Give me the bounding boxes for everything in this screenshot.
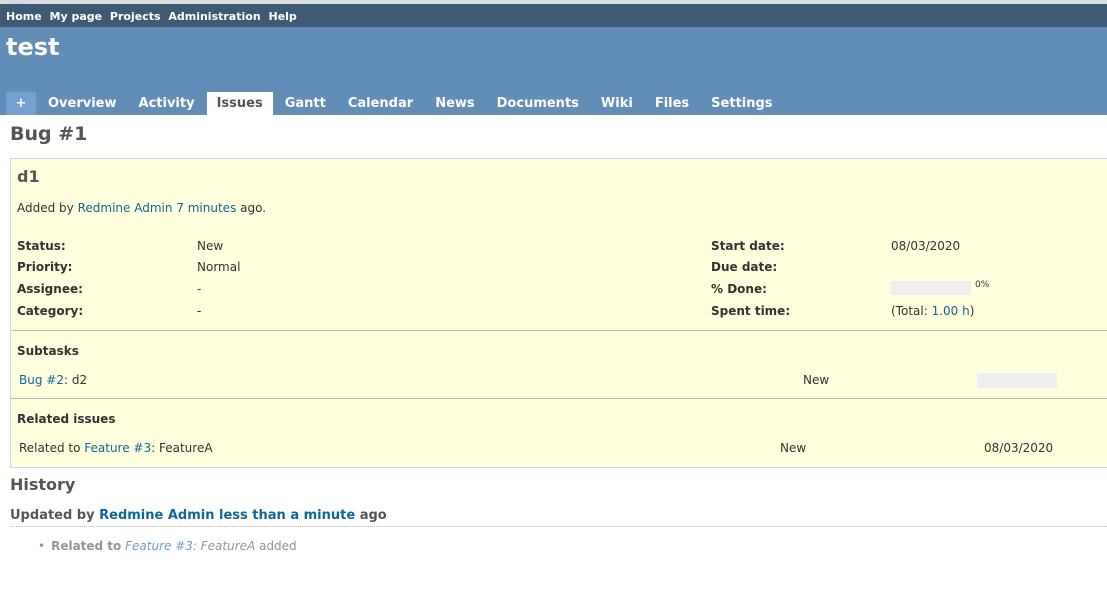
assignee-value-wrap: - xyxy=(197,282,201,296)
journal-age-suffix: ago xyxy=(359,508,387,523)
start-date-attr: Start date: xyxy=(711,239,785,253)
journal-detail: • Related to Feature #3: FeatureA added xyxy=(38,539,297,553)
done-percent-text: 0% xyxy=(975,280,990,290)
top-menu-my-page[interactable]: My page xyxy=(50,10,103,23)
detail-action: added xyxy=(259,539,297,553)
journal-header: Updated by Redmine Admin less than a min… xyxy=(10,508,1107,527)
spent-time-link[interactable]: 1.00 h xyxy=(932,304,970,318)
window-top-edge xyxy=(0,0,1107,4)
tab-documents[interactable]: Documents xyxy=(487,92,589,115)
top-menu-projects[interactable]: Projects xyxy=(110,10,161,23)
subtask-progress-wrap xyxy=(977,373,1057,388)
tab-news[interactable]: News xyxy=(425,92,484,115)
category-label: Category: xyxy=(17,304,84,318)
subtask-progress-bar xyxy=(977,373,1057,388)
spent-time-value-wrap: (Total: 1.00 h) xyxy=(891,304,974,318)
due-date-label: Due date: xyxy=(711,260,778,274)
category-value: - xyxy=(197,304,202,318)
top-menu: Home My page Projects Administration Hel… xyxy=(0,0,1107,27)
divider xyxy=(11,330,1107,331)
related-status-wrap: New xyxy=(780,441,806,455)
tab-files[interactable]: Files xyxy=(645,92,699,115)
relation-type: Related to xyxy=(19,441,81,455)
history-title: History xyxy=(10,475,76,494)
project-header: test + Overview Activity Issues Gantt Calenda… xyxy=(0,27,1107,115)
related-date-wrap: 08/03/2020 xyxy=(984,441,1053,455)
age-link[interactable]: 7 minutes xyxy=(176,201,236,215)
status-value-wrap: New xyxy=(197,239,223,253)
start-date-value-wrap: 08/03/2020 xyxy=(891,239,960,253)
assignee-attr: Assignee: xyxy=(17,282,83,296)
tab-activity[interactable]: Activity xyxy=(129,92,205,115)
related-row: Related to Feature #3: FeatureA xyxy=(19,441,213,455)
issue-heading: Bug #1 xyxy=(10,123,88,145)
status-value: New xyxy=(197,239,224,253)
spent-time-attr: Spent time: xyxy=(711,304,790,318)
done-progress-bar xyxy=(891,280,971,295)
related-issues-title: Related issues xyxy=(17,412,116,426)
journal-author-link[interactable]: Redmine Admin xyxy=(99,508,214,523)
subtask-status: New xyxy=(803,373,830,387)
age-suffix: ago. xyxy=(240,201,267,215)
new-object-button[interactable]: + xyxy=(6,92,36,115)
spent-total-prefix: (Total: xyxy=(891,304,928,318)
bullet-icon: • xyxy=(38,539,46,553)
priority-label: Priority: xyxy=(17,260,73,274)
spent-time-label: Spent time: xyxy=(711,304,791,318)
done-value-wrap: 0% xyxy=(891,280,989,295)
main-menu: + Overview Activity Issues Gantt Calendar News… xyxy=(6,92,785,115)
assignee-label: Assignee: xyxy=(17,282,83,296)
spent-total-suffix: ) xyxy=(969,304,975,318)
detail-label: Related to xyxy=(51,539,122,553)
category-value-wrap: - xyxy=(197,304,201,318)
author-line: Added by Redmine Admin 7 minutes ago. xyxy=(17,201,266,215)
subtasks-title: Subtasks xyxy=(17,344,79,358)
divider xyxy=(11,398,1107,399)
category-attr: Category: xyxy=(17,304,83,318)
subtask-status-wrap: New xyxy=(803,373,829,387)
journal-age-link[interactable]: less than a minute xyxy=(219,508,355,523)
subtask-row: Bug #2: d2 xyxy=(19,373,87,387)
priority-value-wrap: Normal xyxy=(197,260,240,274)
related-issue-link[interactable]: Feature #3 xyxy=(84,441,151,455)
done-attr: % Done: xyxy=(711,282,767,296)
detail-issue-link[interactable]: Feature #3: xyxy=(125,539,197,553)
subtask-link[interactable]: Bug #2 xyxy=(19,373,64,387)
start-date-label: Start date: xyxy=(711,239,785,253)
related-issue-subject: : FeatureA xyxy=(151,441,213,455)
top-menu-home[interactable]: Home xyxy=(6,10,42,23)
project-title: test xyxy=(6,33,60,61)
author-link[interactable]: Redmine Admin xyxy=(78,201,173,215)
assignee-value: - xyxy=(197,282,202,296)
priority-attr: Priority: xyxy=(17,260,72,274)
start-date-value: 08/03/2020 xyxy=(891,239,961,253)
tab-overview[interactable]: Overview xyxy=(38,92,127,115)
top-menu-help[interactable]: Help xyxy=(268,10,296,23)
related-status: New xyxy=(780,441,807,455)
added-by-text: Added by xyxy=(17,201,74,215)
issue-details-box: d1 Added by Redmine Admin 7 minutes ago.… xyxy=(10,158,1107,468)
tab-settings[interactable]: Settings xyxy=(701,92,782,115)
related-date: 08/03/2020 xyxy=(984,441,1054,455)
done-label: % Done: xyxy=(711,282,767,296)
tab-calendar[interactable]: Calendar xyxy=(338,92,423,115)
status-label: Status: xyxy=(17,239,66,253)
priority-value: Normal xyxy=(197,260,241,274)
tab-issues[interactable]: Issues xyxy=(206,92,273,115)
updated-by-text: Updated by xyxy=(10,508,95,523)
detail-subject: FeatureA xyxy=(200,539,256,553)
status-attr: Status: xyxy=(17,239,66,253)
tab-wiki[interactable]: Wiki xyxy=(591,92,643,115)
top-menu-administration[interactable]: Administration xyxy=(168,10,260,23)
tab-gantt[interactable]: Gantt xyxy=(275,92,336,115)
due-date-attr: Due date: xyxy=(711,260,777,274)
issue-subject: d1 xyxy=(17,167,40,186)
subtask-subject: : d2 xyxy=(63,373,88,387)
